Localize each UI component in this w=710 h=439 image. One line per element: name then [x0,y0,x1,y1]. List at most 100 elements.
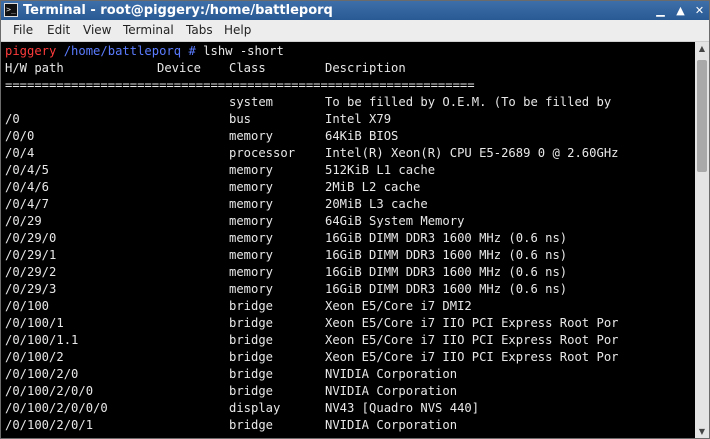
table-row: system To be filled by O.E.M. (To be fill… [5,94,695,111]
prompt-host: piggery [5,44,57,58]
row-path: /0/4/5 [5,163,50,177]
row-path: /0/4/6 [5,180,50,194]
prompt-path: /home/battleporq [56,44,182,58]
maximize-button[interactable]: ▲ [673,3,688,18]
row-class: memory [229,248,274,262]
table-row: /0/100/1.1 bridge Xeon E5/Core i7 IIO PCI … [5,332,695,349]
row-path: /0/100 [5,299,50,313]
table-row: /0/4 processor Intel(R) Xeon(R) CPU E5-268… [5,145,695,162]
row-description: To be filled by O.E.M. (To be filled by [325,95,612,109]
row-class: bridge [229,316,274,330]
row-path: /0/29 [5,214,42,228]
row-class: bridge [229,384,274,398]
separator-line: ========================================… [5,78,475,92]
row-path: /0/100/1.1 [5,333,79,347]
row-path: /0/29/2 [5,265,57,279]
table-row: /0/29/1 memory 16GiB DIMM DDR3 1600 MHz (0… [5,247,695,264]
table-row: /0/29/3 memory 16GiB DIMM DDR3 1600 MHz (0… [5,281,695,298]
title-bar[interactable]: >_ Terminal - root@piggery:/home/battlep… [1,1,709,20]
table-row: /0/29 memory 64GiB System Memory [5,213,695,230]
row-class: bridge [229,418,274,432]
menu-help[interactable]: Help [224,23,251,38]
table-row: /0/100 bridge Xeon E5/Core i7 DMI2 [5,298,695,315]
row-class: bridge [229,299,274,313]
row-class: memory [229,129,274,143]
table-header: H/W path Device Class Description [5,60,695,77]
minimize-button[interactable]: ▁ [653,3,668,18]
row-description: NVIDIA Corporation [325,367,458,381]
vertical-scrollbar[interactable]: ▲ ▼ [695,42,709,438]
menu-view[interactable]: View [83,23,111,38]
table-row: /0/100/2/0/0/0 display NV43 [Quadro NVS 44… [5,400,695,417]
scroll-up-icon[interactable]: ▲ [695,42,709,55]
table-row: /0/29/0 memory 16GiB DIMM DDR3 1600 MHz (0… [5,230,695,247]
row-description: 16GiB DIMM DDR3 1600 MHz (0.6 ns) [325,265,568,279]
row-class: bridge [229,333,274,347]
row-class: memory [229,231,274,245]
row-class: display [229,401,281,415]
table-row: /0/4/5 memory 512KiB L1 cache [5,162,695,179]
row-description: Intel X79 [325,112,392,126]
row-path: /0/100/2 [5,350,64,364]
row-class: bridge [229,367,274,381]
row-description: 512KiB L1 cache [325,163,436,177]
row-path: /0/100/2/0/1 [5,418,94,432]
row-description: 16GiB DIMM DDR3 1600 MHz (0.6 ns) [325,231,568,245]
prompt-symbol: # [181,44,204,58]
row-path: /0/100/1 [5,316,64,330]
close-button[interactable]: ✕ [692,3,707,18]
menu-tabs[interactable]: Tabs [186,23,213,38]
table-row: /0/100/2/0/0 bridge NVIDIA Corporation [5,383,695,400]
scroll-down-icon[interactable]: ▼ [695,425,709,438]
row-path: /0/29/1 [5,248,57,262]
row-class: memory [229,180,274,194]
terminal-output[interactable]: piggery /home/battleporq # lshw -short H… [5,43,695,438]
row-description: Xeon E5/Core i7 IIO PCI Express Root Por [325,333,619,347]
row-class: processor [229,146,296,160]
command-text: lshw -short [203,44,284,58]
row-path: /0/100/2/0/0 [5,384,94,398]
row-class: system [229,95,274,109]
row-description: 2MiB L2 cache [325,180,421,194]
row-class: memory [229,282,274,296]
menu-file[interactable]: File [13,23,33,38]
row-class: memory [229,163,274,177]
row-path: /0/29/0 [5,231,57,245]
row-class: memory [229,214,274,228]
row-path: /0/4/7 [5,197,50,211]
scrollbar-thumb[interactable] [697,60,707,172]
row-class: bus [229,112,252,126]
table-row: /0/100/2 bridge Xeon E5/Core i7 IIO PCI Ex… [5,349,695,366]
row-description: NVIDIA Corporation [325,384,458,398]
row-description: 16GiB DIMM DDR3 1600 MHz (0.6 ns) [325,282,568,296]
menu-terminal[interactable]: Terminal [123,23,174,38]
row-description: Intel(R) Xeon(R) CPU E5-2689 0 @ 2.60GHz [325,146,619,160]
header-device: Device [157,61,202,75]
menu-edit[interactable]: Edit [47,23,70,38]
row-path: /0 [5,112,20,126]
table-row: /0/4/6 memory 2MiB L2 cache [5,179,695,196]
command-prompt-line: piggery /home/battleporq # lshw -short [5,43,695,60]
table-row: /0 bus Intel X79 [5,111,695,128]
terminal-window: >_ Terminal - root@piggery:/home/battlep… [0,0,710,439]
row-description: NV43 [Quadro NVS 440] [325,401,480,415]
terminal-icon: >_ [4,3,18,17]
row-path: /0/0 [5,129,35,143]
table-row: /0/4/7 memory 20MiB L3 cache [5,196,695,213]
row-path: /0/4 [5,146,35,160]
row-description: 20MiB L3 cache [325,197,428,211]
row-class: bridge [229,350,274,364]
table-row: /0/100/2/0 bridge NVIDIA Corporation [5,366,695,383]
row-path: /0/100/2/0 [5,367,79,381]
window-title: Terminal - root@piggery:/home/battleporq [23,3,333,18]
menu-bar: File Edit View Terminal Tabs Help [1,20,709,42]
row-path: /0/29/3 [5,282,57,296]
header-description: Description [325,61,406,75]
table-row: /0/0 memory 64KiB BIOS [5,128,695,145]
table-row: /0/29/2 memory 16GiB DIMM DDR3 1600 MHz (0… [5,264,695,281]
header-class: Class [229,61,266,75]
table-row: /0/100/2/0/1 bridge NVIDIA Corporation [5,417,695,434]
row-description: 64GiB System Memory [325,214,465,228]
row-class: memory [229,197,274,211]
hardware-list: system To be filled by O.E.M. (To be fill… [5,94,695,434]
